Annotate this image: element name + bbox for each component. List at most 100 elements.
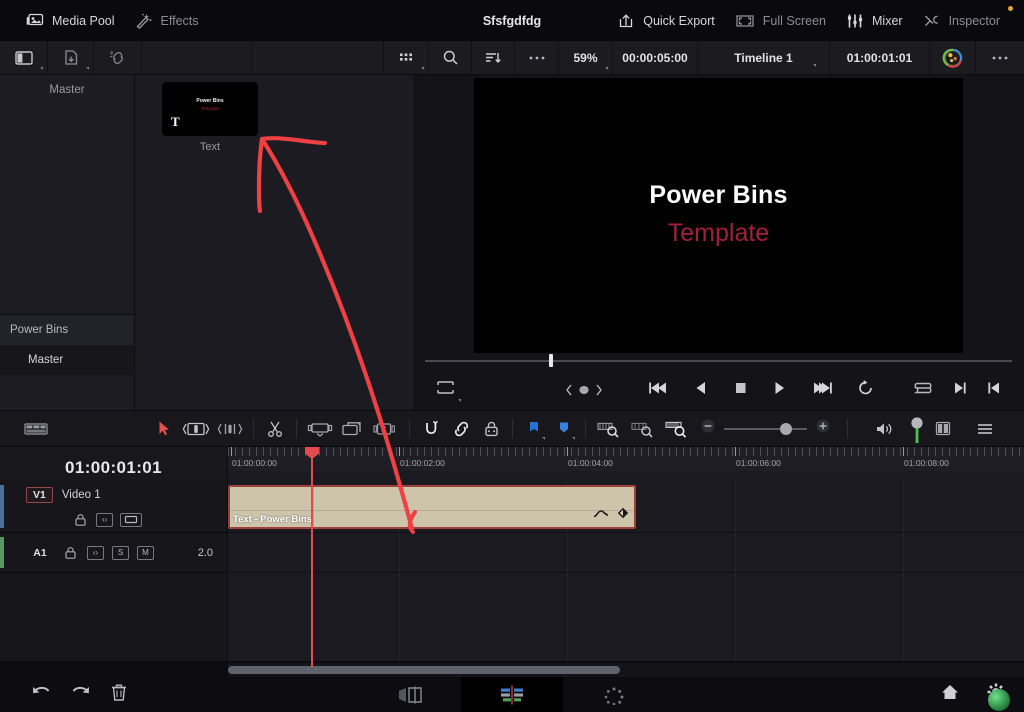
stop-button[interactable] [733, 380, 748, 401]
media-pool-button[interactable]: Media Pool [16, 9, 125, 33]
divider [585, 419, 586, 438]
divider [253, 419, 254, 438]
track-gain-value[interactable]: 2.0 [198, 547, 213, 559]
color-wheel-button[interactable] [930, 41, 976, 74]
timeline-name-display[interactable]: Timeline 1 [698, 41, 830, 74]
search-button[interactable] [429, 41, 472, 74]
jump-to-end-button[interactable] [811, 380, 833, 401]
audio-track-lane[interactable] [228, 533, 1024, 573]
loop-button[interactable] [857, 379, 875, 401]
more-options-button[interactable] [515, 41, 559, 74]
lock-track-icon[interactable] [62, 546, 79, 560]
zoom-level-display[interactable]: 59% [559, 41, 613, 74]
timeline-zoom-slider[interactable] [700, 418, 831, 439]
inspector-button[interactable]: Inspector [913, 9, 1010, 33]
auto-select-icon[interactable]: ‹› [87, 546, 104, 560]
viewer-canvas[interactable]: Power Bins Template [474, 78, 963, 353]
divider [512, 419, 513, 438]
effects-button[interactable]: Effects [125, 9, 209, 33]
snapping-button[interactable] [416, 414, 446, 444]
import-media-button[interactable] [48, 41, 94, 74]
mixer-label: Mixer [872, 14, 903, 28]
bin-item-power-master[interactable]: Master [0, 345, 134, 375]
zoom-slider-track[interactable] [724, 428, 807, 430]
ruler-time-label: 01:00:02:00 [400, 458, 445, 468]
zoom-in-button[interactable] [815, 418, 831, 439]
timeline-tracks-area[interactable]: Text - Power Bins [228, 481, 1024, 661]
mixer-faders-icon [846, 13, 864, 29]
project-settings-button[interactable] [986, 682, 1006, 707]
track-id-badge[interactable]: V1 [26, 487, 53, 503]
solo-track-button[interactable]: S [112, 546, 129, 560]
chevron-down-icon [813, 64, 816, 67]
cut-page-button[interactable] [359, 677, 461, 712]
track-header-v1[interactable]: V1 Video 1 ‹› [0, 481, 227, 533]
track-header-a1[interactable]: A1 ‹› S M 2.0 [0, 533, 227, 573]
trim-edit-mode-button[interactable] [179, 414, 213, 444]
overwrite-clip-button[interactable] [337, 414, 369, 444]
video-enable-icon[interactable] [120, 513, 142, 527]
timeline-horizontal-scrollbar[interactable] [228, 663, 1024, 677]
sort-order-button[interactable] [472, 41, 515, 74]
full-screen-button[interactable]: Full Screen [725, 9, 836, 33]
bin-item-power-bins[interactable]: Power Bins [0, 315, 134, 345]
thumbnail-view-button[interactable] [384, 41, 429, 74]
current-timecode-display[interactable]: 01:00:01:01 [830, 41, 930, 74]
timeline-playhead[interactable] [311, 447, 313, 667]
bin-label: Power Bins [10, 324, 68, 336]
sync-bin-button[interactable] [94, 41, 142, 74]
bin-empty-space [0, 105, 134, 314]
chevron-down-icon [542, 437, 545, 440]
clip-keyframe-icon[interactable] [617, 506, 629, 524]
divider [409, 419, 410, 438]
scrollbar-thumb[interactable] [228, 666, 620, 674]
viewer-scrubber-track[interactable] [425, 360, 1012, 362]
audio-mute-button[interactable] [866, 414, 902, 444]
inspector-label: Inspector [949, 14, 1000, 28]
blade-edit-button[interactable] [260, 414, 290, 444]
play-button[interactable] [772, 380, 787, 401]
timeline-menu-button[interactable] [966, 414, 1004, 444]
selection-mode-button[interactable] [149, 414, 179, 444]
timeline-clip[interactable]: Text - Power Bins [228, 485, 636, 529]
auto-select-icon[interactable]: ‹› [96, 513, 113, 527]
chevron-down-icon [86, 67, 89, 70]
edit-page-button[interactable] [461, 677, 563, 712]
linked-selection-button[interactable] [446, 414, 476, 444]
viewer-playhead-handle[interactable] [549, 354, 553, 367]
insert-clip-button[interactable] [303, 414, 337, 444]
video-track-lane[interactable]: Text - Power Bins [228, 481, 1024, 533]
jump-to-start-button[interactable] [648, 380, 670, 401]
track-id-badge[interactable]: A1 [26, 547, 54, 559]
clip-curve-icon[interactable] [593, 506, 609, 524]
quick-export-button[interactable]: Quick Export [607, 9, 725, 33]
timeline-ruler[interactable]: 01:00:00:0001:00:02:0001:00:04:0001:00:0… [228, 447, 1024, 481]
custom-zoom-button[interactable] [660, 414, 694, 444]
viewer-title-text: Power Bins [474, 181, 963, 210]
bin-item-master-root[interactable]: Master [0, 75, 134, 105]
toggle-sidebar-button[interactable] [0, 41, 48, 74]
flag-button[interactable] [519, 414, 549, 444]
play-reverse-button[interactable] [694, 380, 709, 401]
lock-track-button[interactable] [476, 414, 506, 444]
timeline-view-toggle-button[interactable] [926, 414, 960, 444]
inout-marker-group[interactable] [562, 382, 606, 398]
panel-options-button[interactable] [976, 41, 1024, 74]
fusion-page-button[interactable] [563, 677, 665, 712]
timeline-view-options-icon[interactable] [18, 414, 54, 444]
zoom-slider-knob[interactable] [780, 423, 792, 435]
notification-dot [1008, 6, 1013, 11]
mixer-button[interactable]: Mixer [836, 9, 913, 33]
clip-thumbnail[interactable]: Power Bins Template T [162, 82, 258, 136]
detail-zoom-button[interactable] [626, 414, 660, 444]
mute-track-button[interactable]: M [137, 546, 154, 560]
clip-name-label: Text - Power Bins [233, 514, 312, 525]
dynamic-trim-mode-button[interactable] [213, 414, 247, 444]
zoom-out-button[interactable] [700, 418, 716, 439]
media-pool-clip-item[interactable]: Power Bins Template T Text [162, 82, 258, 153]
zoom-fit-button[interactable] [592, 414, 626, 444]
marker-button[interactable] [549, 414, 579, 444]
lock-track-icon[interactable] [72, 513, 89, 527]
duration-timecode-display[interactable]: 00:00:05:00 [613, 41, 698, 74]
replace-clip-button[interactable] [369, 414, 403, 444]
